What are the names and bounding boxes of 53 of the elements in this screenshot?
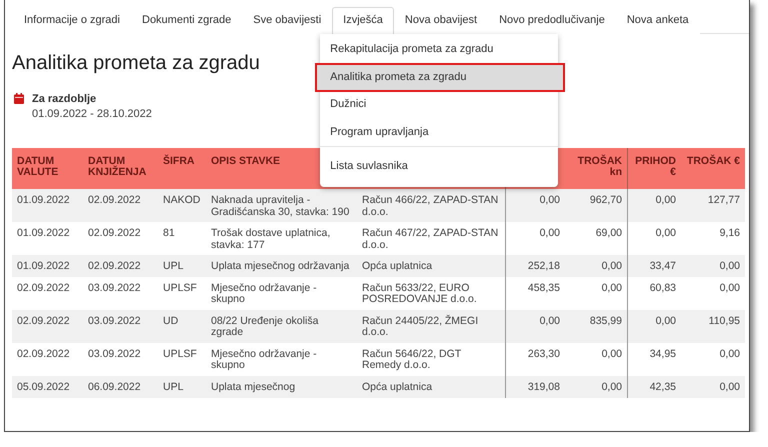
tab[interactable]: Izvješća	[332, 7, 394, 35]
table-cell: NAKOD	[158, 189, 206, 222]
calendar-icon	[14, 93, 24, 104]
table-cell: 0,00	[505, 189, 565, 222]
table-cell: 0,00	[681, 376, 745, 398]
column-header: PRIHOD €	[627, 148, 681, 189]
table-cell: 60,83	[627, 276, 681, 310]
table-cell: 319,08	[505, 376, 565, 398]
period-label: Za razdoblje	[32, 93, 98, 105]
table-cell: Uplata mjesečnog	[206, 376, 357, 398]
table-cell: 01.09.2022	[12, 189, 83, 222]
table-cell: 06.09.2022	[83, 376, 158, 398]
table-cell: 0,00	[505, 310, 565, 343]
page-title: Analitika prometa za zgradu	[12, 52, 260, 75]
table-cell: Račun 466/22, ZAPAD-STAN d.o.o.	[357, 189, 505, 222]
table-cell: 127,77	[681, 189, 745, 222]
table-cell: Račun 24405/22, ŽMEGI d.o.o.	[357, 310, 505, 343]
table-cell: 835,99	[565, 310, 627, 343]
table-cell: 01.09.2022	[12, 255, 83, 277]
table-cell: 42,35	[627, 376, 681, 398]
table-cell: 33,47	[627, 255, 681, 277]
table-cell: 02.09.2022	[83, 189, 158, 222]
table-cell: 03.09.2022	[83, 310, 158, 343]
table-cell: 252,18	[505, 255, 565, 277]
menu-item[interactable]: Dužnici	[320, 91, 558, 118]
table-cell: 02.09.2022	[83, 255, 158, 277]
table-cell: 962,70	[565, 189, 627, 222]
table-cell: Opća uplatnica	[357, 376, 505, 398]
table-cell: 458,35	[505, 276, 565, 310]
table-cell: 02.09.2022	[12, 310, 83, 343]
table-cell: UPL	[158, 255, 206, 277]
period-value: 01.09.2022 - 28.10.2022	[32, 108, 152, 120]
menu-item[interactable]: Rekapitulacija prometa za zgradu	[320, 36, 558, 64]
column-header: TROŠAK kn	[565, 148, 627, 189]
table-cell: 0,00	[627, 310, 681, 343]
column-header: DATUM VALUTE	[12, 148, 83, 189]
table-cell: 05.09.2022	[12, 376, 83, 398]
table-cell: Naknada upravitelja - Gradišćanska 30, stavka: 190	[206, 189, 357, 222]
table-cell: UPL	[158, 376, 206, 398]
table-cell: 0,00	[627, 189, 681, 222]
table-cell: UD	[158, 310, 206, 343]
column-header: TROŠAK €	[681, 148, 745, 189]
table-cell: 110,95	[681, 310, 745, 343]
menu-item[interactable]: Analitika prometa za zgradu	[316, 64, 564, 91]
table-cell: 0,00	[681, 255, 745, 277]
table-cell: 0,00	[565, 376, 627, 398]
table-cell: Uplata mjesečnog održavanja	[206, 255, 357, 277]
table-cell: Opća uplatnica	[357, 255, 505, 277]
menu-item[interactable]: Program upravljanja	[320, 118, 558, 146]
table-cell: 0,00	[565, 255, 627, 277]
column-header: DATUM KNJIŽENJA	[83, 148, 158, 189]
table-cell: 08/22 Uređenje okoliša zgrade	[206, 310, 357, 343]
column-header: ŠIFRA	[158, 148, 206, 189]
